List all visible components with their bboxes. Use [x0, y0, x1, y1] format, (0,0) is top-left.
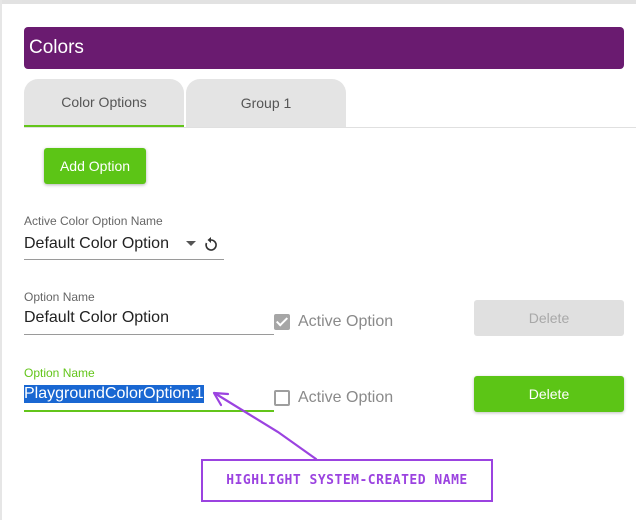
active-option-label: Active Option — [298, 313, 394, 330]
option-name-label: Option Name — [24, 290, 95, 304]
active-option-checkbox — [274, 314, 290, 330]
left-border — [0, 0, 2, 520]
delete-button: Delete — [474, 300, 624, 336]
tab-divider — [24, 127, 636, 128]
option-name-field[interactable]: PlaygroundColorOption:1 — [24, 382, 274, 412]
add-option-button[interactable]: Add Option — [44, 148, 146, 184]
delete-button[interactable]: Delete — [474, 376, 624, 412]
option-name-value[interactable]: PlaygroundColorOption:1 — [24, 385, 204, 403]
tab-bar: Color Options Group 1 — [24, 79, 636, 128]
active-color-option-select[interactable]: Default Color Option — [24, 232, 224, 260]
reset-icon[interactable] — [204, 236, 218, 252]
active-option-checkbox-row: Active Option — [274, 312, 393, 332]
option-name-value: Default Color Option — [24, 309, 169, 326]
page-title: Colors — [29, 37, 84, 58]
top-border — [0, 0, 636, 4]
option-name-field[interactable]: Default Color Option — [24, 306, 274, 335]
active-option-label: Active Option — [298, 389, 394, 406]
active-color-option-value: Default Color Option — [24, 235, 169, 252]
chevron-down-icon[interactable] — [186, 241, 196, 246]
tab-group-1[interactable]: Group 1 — [186, 79, 346, 127]
active-option-checkbox-row[interactable]: Active Option — [274, 388, 393, 408]
option-name-label: Option Name — [24, 366, 95, 380]
active-color-option-label: Active Color Option Name — [24, 214, 163, 228]
tab-color-options[interactable]: Color Options — [24, 79, 184, 127]
page-header: Colors — [24, 27, 624, 69]
annotation-callout: HIGHLIGHT SYSTEM-CREATED NAME — [201, 459, 493, 502]
annotation-arrow — [212, 391, 318, 461]
active-option-checkbox[interactable] — [274, 390, 290, 406]
